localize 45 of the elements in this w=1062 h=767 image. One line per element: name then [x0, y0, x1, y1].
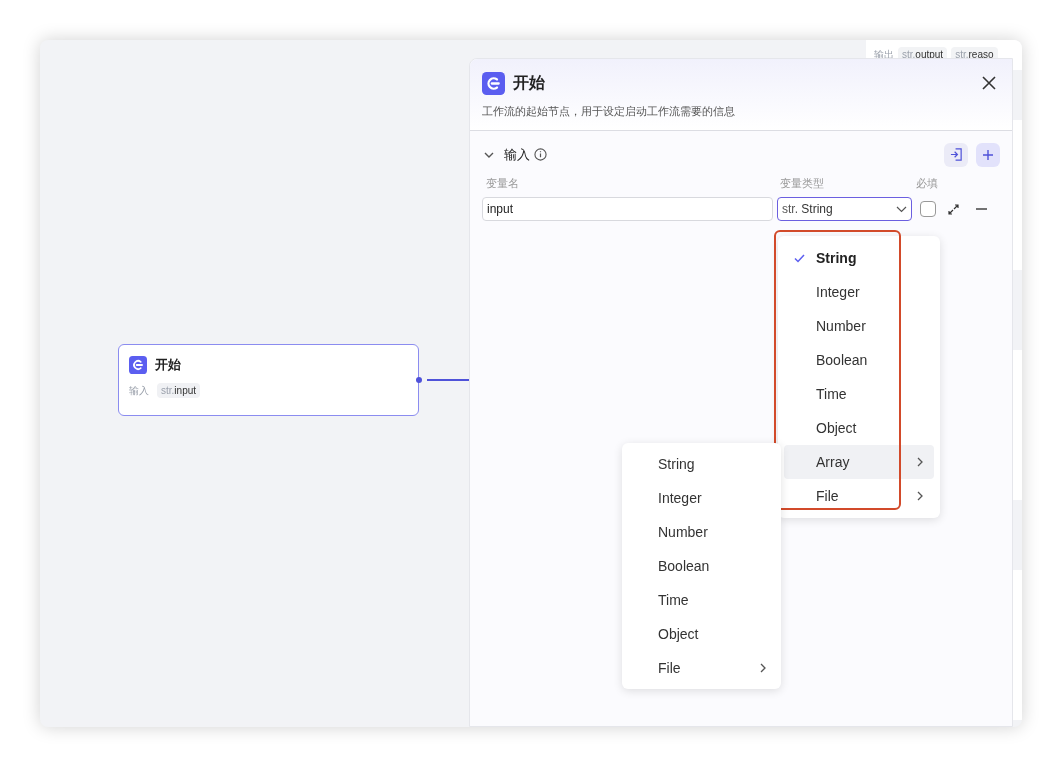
connection-handle[interactable] — [416, 377, 422, 383]
chevron-right-icon — [916, 490, 924, 502]
menu-item[interactable]: Time — [628, 583, 775, 617]
column-header: 变量类型 — [779, 175, 825, 191]
import-button[interactable] — [944, 142, 968, 167]
panel-title: 开始 — [513, 73, 545, 93]
expand-icon[interactable] — [948, 203, 959, 215]
param-chip: str.input — [157, 382, 201, 398]
variable-name-field[interactable]: input — [482, 197, 773, 221]
check-icon — [794, 253, 805, 263]
menu-item[interactable]: Object — [784, 411, 934, 445]
menu-item[interactable]: Number — [628, 515, 775, 549]
menu-item[interactable]: String — [784, 241, 934, 275]
column-header: 变量名 — [485, 175, 520, 191]
panel-description: 工作流的起始节点，用于设定启动工作流需要的信息 — [482, 104, 736, 119]
type-select[interactable]: str. String — [777, 197, 912, 221]
edge-line — [427, 379, 469, 381]
chevron-down-icon — [896, 205, 907, 213]
input-label: 输入 — [129, 383, 149, 398]
import-icon — [949, 148, 963, 161]
menu-item[interactable]: File — [628, 651, 775, 685]
chevron-down-icon[interactable] — [484, 150, 494, 159]
menu-item[interactable]: Boolean — [628, 549, 775, 583]
start-node-icon — [129, 355, 147, 374]
menu-item[interactable]: Boolean — [784, 343, 934, 377]
menu-item[interactable]: Array — [784, 445, 934, 479]
menu-item[interactable]: Number — [784, 309, 934, 343]
section-title: 输入 — [504, 145, 530, 164]
required-checkbox[interactable] — [920, 201, 936, 217]
chevron-right-icon — [759, 662, 767, 674]
add-button[interactable] — [976, 142, 1000, 167]
info-icon[interactable] — [534, 148, 547, 161]
menu-item[interactable]: Object — [628, 617, 775, 651]
menu-item[interactable]: String — [628, 447, 775, 481]
menu-item[interactable]: Time — [784, 377, 934, 411]
close-icon[interactable] — [982, 76, 996, 90]
chevron-right-icon — [916, 456, 924, 468]
menu-item[interactable]: File — [784, 479, 934, 513]
plus-icon — [982, 148, 994, 161]
node-title: 开始 — [155, 356, 181, 374]
menu-item[interactable]: Integer — [628, 481, 775, 515]
start-node[interactable]: 开始 输入 str.input — [118, 344, 419, 416]
column-header: 必填 — [916, 175, 938, 191]
start-node-icon — [482, 71, 505, 95]
menu-item[interactable]: Integer — [784, 275, 934, 309]
